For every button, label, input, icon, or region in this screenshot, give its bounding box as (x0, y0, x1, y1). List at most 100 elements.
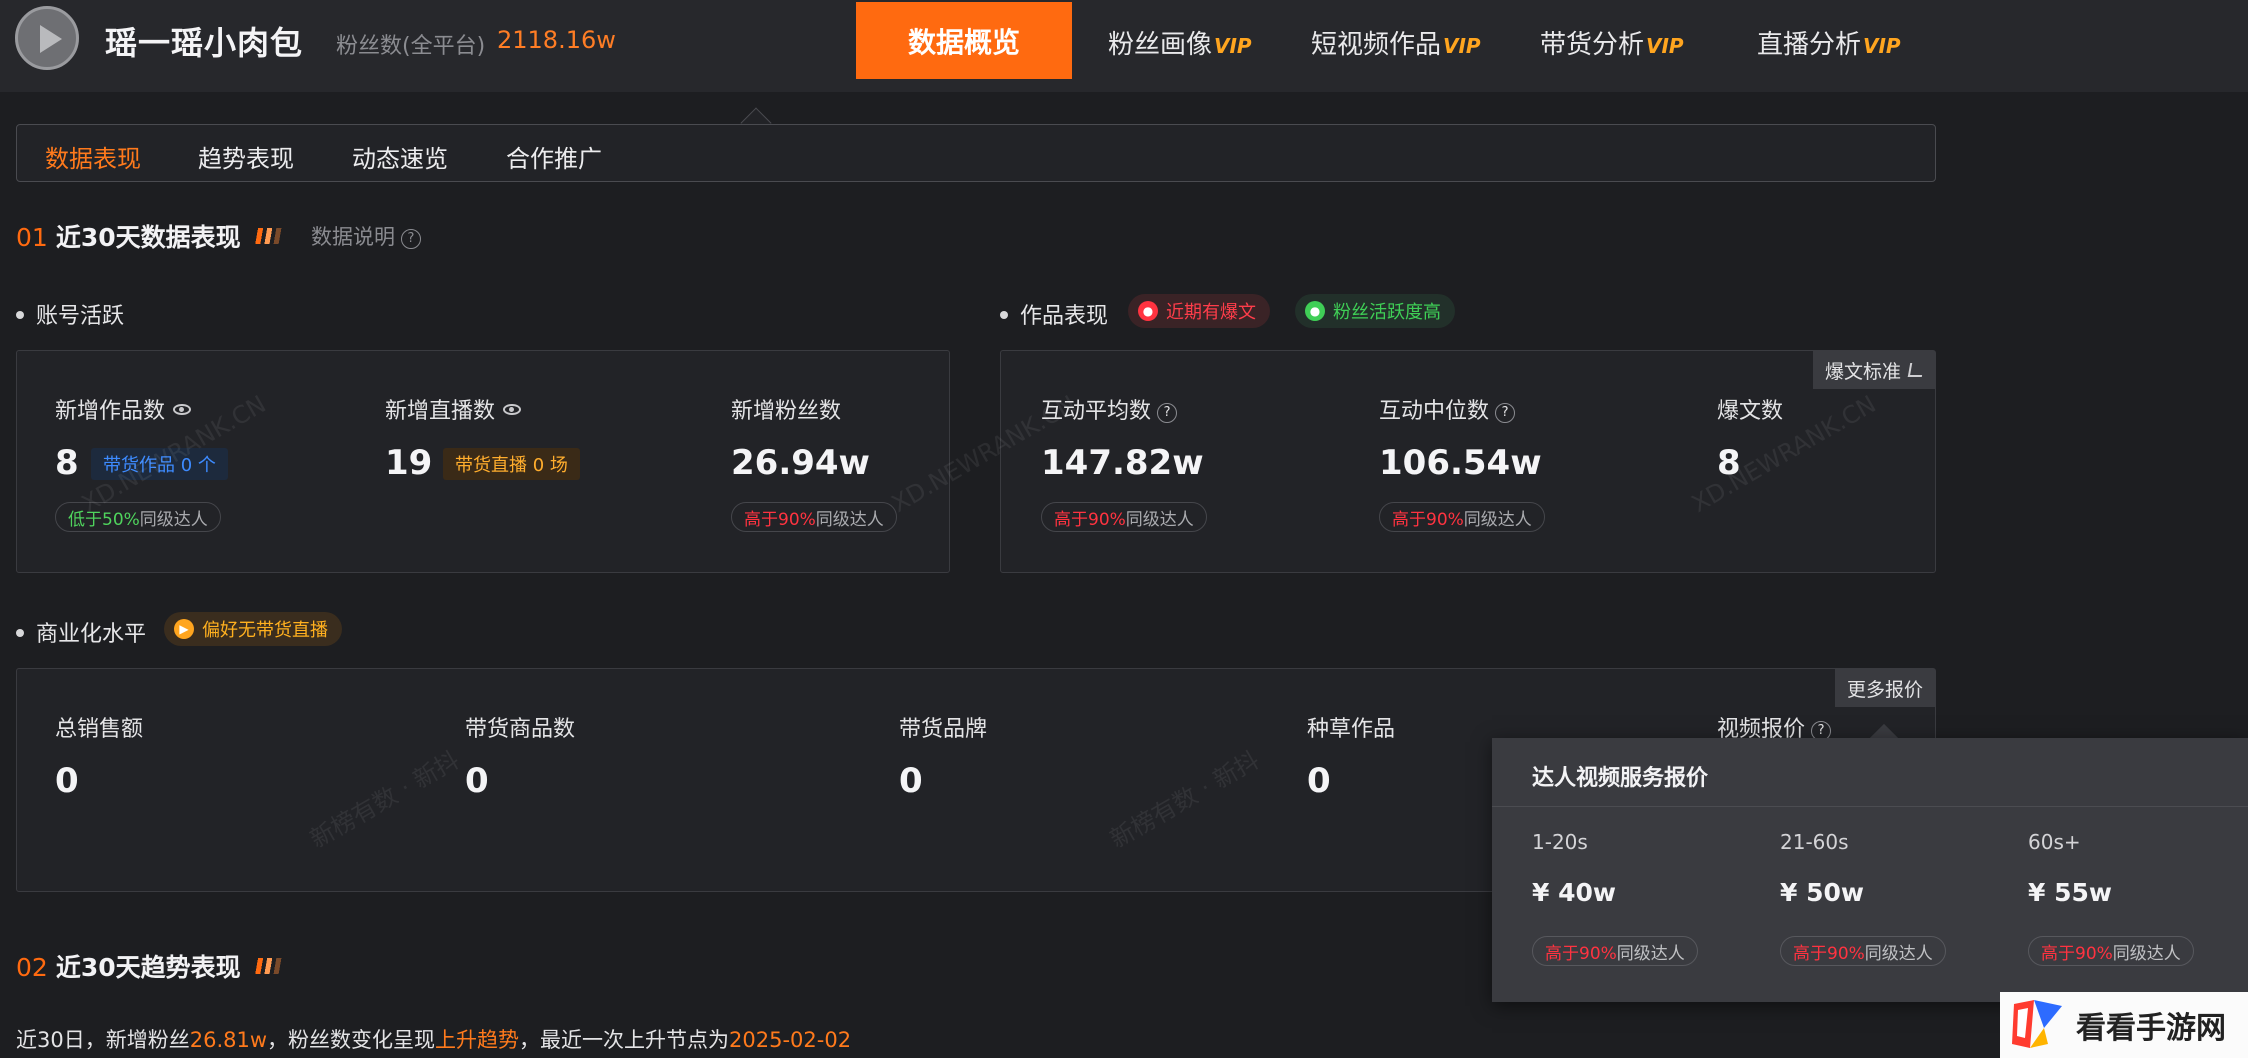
metric-new-lives-value: 19 (385, 443, 433, 483)
compare-rest: 同级达人 (139, 509, 208, 530)
vip-badge: VIP (1443, 34, 1481, 58)
nav-label: 粉丝画像 (1108, 30, 1213, 60)
works-performance-card: 爆文标准 互动平均数? 147.82w 高于90% 同级达人 互动中位数? 106… (1000, 350, 1936, 573)
tab-activity-overview[interactable]: 动态速览 (352, 139, 448, 174)
compare-rest: 同级达人 (2112, 943, 2181, 964)
metric-new-works-label: 新增作品数 (55, 393, 192, 425)
compare-badge: 高于90% 同级达人 (1532, 936, 1698, 966)
nav-label: 直播分析 (1757, 30, 1862, 60)
eye-icon[interactable] (173, 404, 192, 415)
more-quotes-button[interactable]: 更多报价 (1834, 669, 1935, 707)
vip-badge: VIP (1863, 34, 1901, 58)
compare-highlight: 高于90% (744, 509, 816, 530)
edit-icon (1907, 363, 1925, 377)
works-performance-heading: 作品表现 (1000, 298, 1108, 330)
metric-new-fans-label: 新增粉丝数 (731, 399, 842, 424)
logo-text: 看看手游网 (2076, 1011, 2226, 1046)
nav-live-analysis[interactable]: 直播分析 VIP (1757, 24, 1901, 61)
video-quote-popover: 达人视频服务报价 1-20s ¥ 40w 高于90% 同级达人 21-60s ¥ … (1492, 738, 2248, 1002)
compare-rest: 同级达人 (1125, 509, 1194, 530)
badge-label: 偏好无带货直播 (202, 620, 328, 641)
badge-recent-viral: ● 近期有爆文 (1128, 294, 1270, 328)
fans-value: 2118.16w (497, 26, 616, 54)
quote-price: ¥ 50w (1780, 878, 1864, 907)
compare-highlight: 高于90% (1793, 943, 1865, 964)
compare-badge: 高于90% 同级达人 (2028, 936, 2194, 966)
button-label: 更多报价 (1846, 678, 1923, 701)
compare-highlight: 高于90% (1392, 509, 1464, 530)
metric-brands-label: 带货品牌 (899, 717, 988, 742)
compare-badge: 低于50% 同级达人 (55, 502, 221, 532)
metric-median-interaction-label: 互动中位数? (1379, 393, 1516, 425)
badge-label: 近期有爆文 (1166, 302, 1256, 323)
help-icon: ? (401, 228, 421, 249)
nav-label: 短视频作品 (1311, 30, 1442, 60)
play-icon (40, 25, 62, 53)
viral-standard-button[interactable]: 爆文标准 (1812, 351, 1935, 389)
badge-label: 粉丝活跃度高 (1333, 302, 1441, 323)
vip-badge: VIP (1214, 34, 1252, 58)
compare-highlight: 低于50% (68, 509, 140, 530)
trend-fans-value: 26.81w (189, 1028, 268, 1052)
metric-total-sales-label: 总销售额 (55, 717, 144, 742)
quote-range: 60s+ (2028, 830, 2081, 854)
decor-slashes-icon (252, 228, 287, 244)
metric-new-works-value: 8 (55, 443, 79, 483)
decor-slashes-icon (252, 958, 287, 974)
compare-badge: 高于90% 同级达人 (1379, 502, 1545, 532)
compare-badge: 高于90% 同级达人 (731, 502, 897, 532)
compare-highlight: 高于90% (2041, 943, 2113, 964)
metric-viral-count-value: 8 (1717, 443, 1741, 483)
sub-tabs: 数据表现 趋势表现 动态速览 合作推广 (16, 124, 1936, 182)
metric-brands-value: 0 (899, 761, 923, 801)
metric-new-lives-label: 新增直播数 (385, 393, 522, 425)
user-icon: ● (1305, 301, 1325, 321)
section-number: 02 (16, 953, 48, 982)
popover-title: 达人视频服务报价 (1532, 766, 1709, 791)
vip-badge: VIP (1646, 34, 1684, 58)
nav-data-overview[interactable]: 数据概览 (856, 2, 1072, 79)
tab-cooperation[interactable]: 合作推广 (506, 139, 602, 174)
data-note-link[interactable]: 数据说明? (311, 221, 421, 251)
account-name: 瑶一瑶小肉包 (105, 24, 304, 62)
section-title: 近30天数据表现 (55, 223, 241, 252)
compare-highlight: 高于90% (1054, 509, 1126, 530)
flame-icon: ● (1138, 301, 1158, 321)
section-number: 01 (16, 223, 48, 252)
trend-direction: 上升趋势 (435, 1028, 520, 1052)
compare-highlight: 高于90% (1545, 943, 1617, 964)
compare-rest: 同级达人 (815, 509, 884, 530)
section-title-30d-trend: 02 近30天趋势表现 (16, 948, 287, 984)
badge-no-sales-live: ▶ 偏好无带货直播 (164, 612, 342, 646)
trend-date: 2025-02-02 (729, 1028, 852, 1052)
quote-price: ¥ 55w (2028, 878, 2112, 907)
tab-trend-performance[interactable]: 趋势表现 (198, 139, 294, 174)
sales-works-tag: 带货作品 0 个 (91, 448, 228, 480)
compare-rest: 同级达人 (1616, 943, 1685, 964)
button-label: 爆文标准 (1824, 360, 1901, 383)
avatar[interactable] (15, 6, 79, 70)
metric-median-interaction-value: 106.54w (1379, 443, 1542, 483)
compare-rest: 同级达人 (1864, 943, 1933, 964)
eye-icon[interactable] (503, 404, 522, 415)
section-title: 近30天趋势表现 (55, 953, 241, 982)
metric-viral-count-label: 爆文数 (1717, 399, 1784, 424)
nav-fans-profile[interactable]: 粉丝画像 VIP (1108, 24, 1252, 61)
compare-badge: 高于90% 同级达人 (1780, 936, 1946, 966)
sales-lives-tag: 带货直播 0 场 (443, 448, 580, 480)
top-bar: 瑶一瑶小肉包 粉丝数(全平台) 2118.16w 数据概览 粉丝画像 VIP 短视… (0, 0, 2248, 92)
nav-short-video[interactable]: 短视频作品 VIP (1311, 24, 1481, 61)
metric-new-fans-value: 26.94w (731, 443, 870, 483)
help-icon[interactable]: ? (1495, 402, 1516, 423)
fans-label: 粉丝数(全平台) (336, 34, 486, 59)
nav-sales-analysis[interactable]: 带货分析 VIP (1540, 24, 1684, 61)
metric-products-label: 带货商品数 (465, 717, 576, 742)
tab-data-performance[interactable]: 数据表现 (45, 139, 141, 174)
quote-range: 1-20s (1532, 830, 1588, 854)
divider (1492, 806, 2248, 807)
help-icon[interactable]: ? (1157, 402, 1178, 423)
data-note-label: 数据说明 (311, 225, 395, 249)
metric-total-sales-value: 0 (55, 761, 79, 801)
section-title-30d-data: 01 近30天数据表现 (16, 218, 287, 254)
commercial-level-heading: 商业化水平 (16, 616, 146, 648)
